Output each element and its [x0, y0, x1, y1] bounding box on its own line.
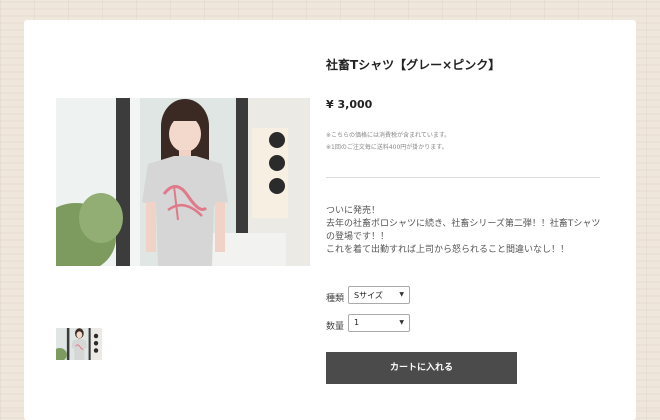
chevron-down-icon: ▼: [399, 319, 404, 326]
product-card: 社畜Tシャツ【グレー×ピンク】 ¥ 3,000 ※こちらの価格には消費税が含まれ…: [24, 20, 636, 420]
quantity-selected-value: 1: [354, 318, 360, 327]
description-line: これを着て出勤すれば上司から怒られること間違いなし！！: [326, 245, 570, 255]
kind-label: 種類: [326, 294, 345, 304]
divider: [326, 177, 600, 178]
model-photo-image: [56, 98, 310, 266]
thumbnail-image[interactable]: [56, 328, 102, 360]
product-title: 社畜Tシャツ【グレー×ピンク】: [326, 58, 501, 72]
product-description: ついに発売！ 去年の社畜ポロシャツに続き、社畜シリーズ第二弾！！社畜Tシャツの登…: [326, 205, 604, 257]
description-line: ついに発売！: [326, 206, 381, 216]
kind-selected-value: Sサイズ: [354, 291, 383, 300]
shipping-note: ※1回のご注文毎に送料400円が掛かります。: [326, 144, 448, 151]
add-to-cart-button[interactable]: カートに入れる: [326, 352, 517, 384]
quantity-select[interactable]: 1 ▼: [348, 314, 410, 332]
tax-note: ※こちらの価格には消費税が含まれています。: [326, 132, 451, 139]
quantity-label: 数量: [326, 322, 345, 332]
product-price: ¥ 3,000: [326, 98, 373, 111]
thumbnail-photo-image: [56, 328, 102, 360]
main-product-photo: [56, 98, 310, 266]
kind-select[interactable]: Sサイズ ▼: [348, 286, 410, 304]
description-line: 去年の社畜ポロシャツに続き、社畜シリーズ第二弾！！社畜Tシャツの登場です！！: [326, 219, 601, 242]
chevron-down-icon: ▼: [399, 291, 404, 298]
